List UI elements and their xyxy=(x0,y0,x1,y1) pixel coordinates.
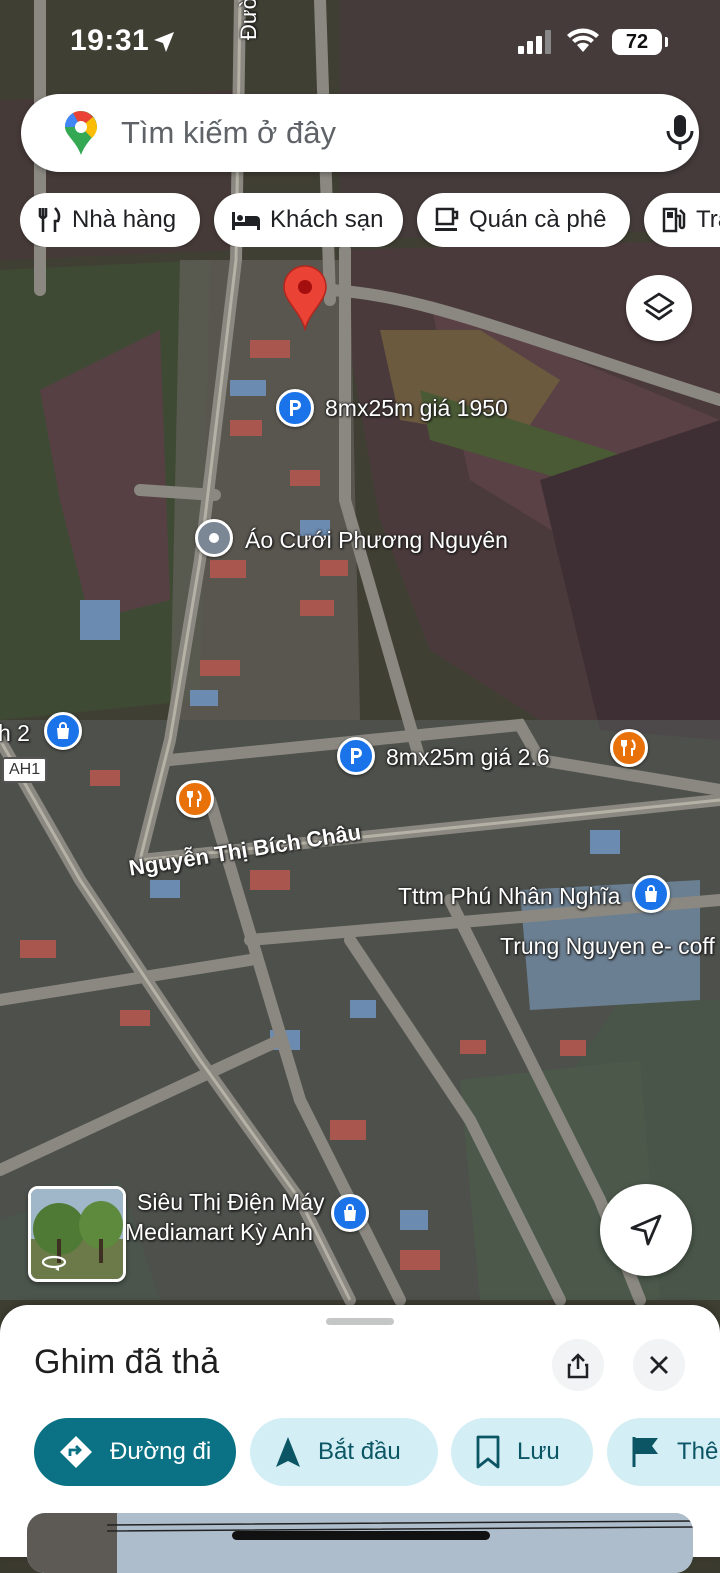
shopping-bag-icon xyxy=(344,1204,356,1221)
parking-pin-2[interactable] xyxy=(337,737,375,775)
chip-coffee[interactable]: Quán cà phê xyxy=(417,193,630,247)
shopping-bag-icon xyxy=(645,885,657,902)
navigation-icon xyxy=(276,1437,300,1467)
more-button[interactable]: Thêm xyxy=(607,1418,720,1486)
bottom-sheet: Ghim đã thả Đường đi Bắt đầu Lưu Thê xyxy=(0,1305,720,1573)
place-label-parking-2[interactable]: 8mx25m giá 2.6 xyxy=(386,744,550,771)
restaurant-icon xyxy=(621,739,636,756)
status-time: 19:31 xyxy=(70,24,150,57)
place-photo-image xyxy=(27,1513,693,1573)
flag-icon xyxy=(632,1437,658,1467)
close-button[interactable] xyxy=(633,1339,685,1391)
directions-icon xyxy=(60,1436,92,1468)
place-label-parking-1[interactable]: 8mx25m giá 1950 xyxy=(325,395,508,422)
restaurant-icon xyxy=(187,790,202,807)
my-location-button[interactable] xyxy=(600,1184,692,1276)
directions-label: Đường đi xyxy=(110,1438,212,1465)
shopping-pin-2[interactable] xyxy=(632,875,670,913)
restaurant-pin-1[interactable] xyxy=(176,780,214,818)
wifi-icon xyxy=(567,28,599,52)
map-pin-icon xyxy=(283,265,327,331)
place-label-mediamart[interactable]: Mediamart Kỳ Anh xyxy=(125,1219,313,1246)
coffee-icon xyxy=(435,207,459,231)
shopping-pin-1[interactable] xyxy=(44,712,82,750)
chip-hotels[interactable]: Khách sạn xyxy=(214,193,403,247)
google-maps-logo-icon xyxy=(64,111,97,155)
cellular-signal-icon xyxy=(518,30,551,54)
start-label: Bắt đầu xyxy=(318,1438,401,1465)
gas-station-icon xyxy=(662,207,686,233)
status-bar: 19:31 72 xyxy=(0,0,720,86)
place-label-trung-nguyen[interactable]: Trung Nguyen e- coff xyxy=(500,933,715,960)
highway-badge-text: AH1 xyxy=(9,761,41,778)
parking-icon xyxy=(290,400,301,416)
restaurant-pin-2[interactable] xyxy=(610,729,648,767)
place-label-ao-cuoi[interactable]: Áo Cưới Phương Nguyên xyxy=(245,527,508,554)
generic-place-pin[interactable] xyxy=(195,519,233,557)
street-view-thumbnail[interactable] xyxy=(28,1186,126,1282)
search-input[interactable] xyxy=(119,108,643,158)
chip-restaurants[interactable]: Nhà hàng xyxy=(20,193,200,247)
chip-gas[interactable]: Trạm xăng xyxy=(644,193,720,247)
chip-restaurants-label: Nhà hàng xyxy=(72,206,177,233)
parking-icon xyxy=(351,748,362,764)
place-label-h2[interactable]: h 2 xyxy=(0,720,30,747)
bookmark-icon xyxy=(476,1435,500,1469)
search-bar[interactable] xyxy=(21,94,699,172)
start-button[interactable]: Bắt đầu xyxy=(250,1418,438,1486)
shopping-pin-3[interactable] xyxy=(331,1194,369,1232)
close-icon xyxy=(650,1356,668,1374)
hotel-icon xyxy=(232,212,260,230)
save-button[interactable]: Lưu xyxy=(451,1418,593,1486)
highway-badge: AH1 xyxy=(2,757,48,783)
place-photo[interactable] xyxy=(27,1513,693,1573)
sheet-title: Ghim đã thả xyxy=(34,1343,220,1381)
place-label-sieu-thi[interactable]: Siêu Thị Điện Máy xyxy=(137,1189,325,1216)
chip-hotels-label: Khách sạn xyxy=(270,206,384,233)
home-indicator[interactable] xyxy=(232,1531,490,1540)
layers-icon xyxy=(643,292,675,321)
sheet-drag-handle[interactable] xyxy=(326,1318,394,1325)
place-dot-icon xyxy=(209,533,219,543)
restaurant-icon xyxy=(38,207,61,232)
chip-gas-label: Trạm xăng xyxy=(696,206,720,233)
directions-button[interactable]: Đường đi xyxy=(34,1418,236,1486)
share-icon xyxy=(567,1353,589,1379)
category-chips: Nhà hàng Khách sạn Quán cà phê Trạm xăng xyxy=(20,193,720,247)
chip-coffee-label: Quán cà phê xyxy=(469,206,607,233)
rotate-360-icon xyxy=(41,1255,67,1271)
battery-indicator: 72 xyxy=(612,29,668,55)
shopping-bag-icon xyxy=(57,722,69,739)
place-label-tttm[interactable]: Tttm Phú Nhân Nghĩa xyxy=(398,883,620,910)
microphone-icon[interactable] xyxy=(664,114,696,152)
sheet-actions: Đường đi Bắt đầu Lưu Thêm xyxy=(34,1418,720,1486)
layers-button[interactable] xyxy=(626,275,692,341)
save-label: Lưu xyxy=(517,1438,560,1465)
navigation-arrow-icon xyxy=(630,1214,662,1246)
location-arrow-icon xyxy=(154,32,174,52)
parking-pin-1[interactable] xyxy=(276,389,314,427)
share-button[interactable] xyxy=(552,1339,604,1391)
more-label: Thêm xyxy=(677,1438,720,1465)
